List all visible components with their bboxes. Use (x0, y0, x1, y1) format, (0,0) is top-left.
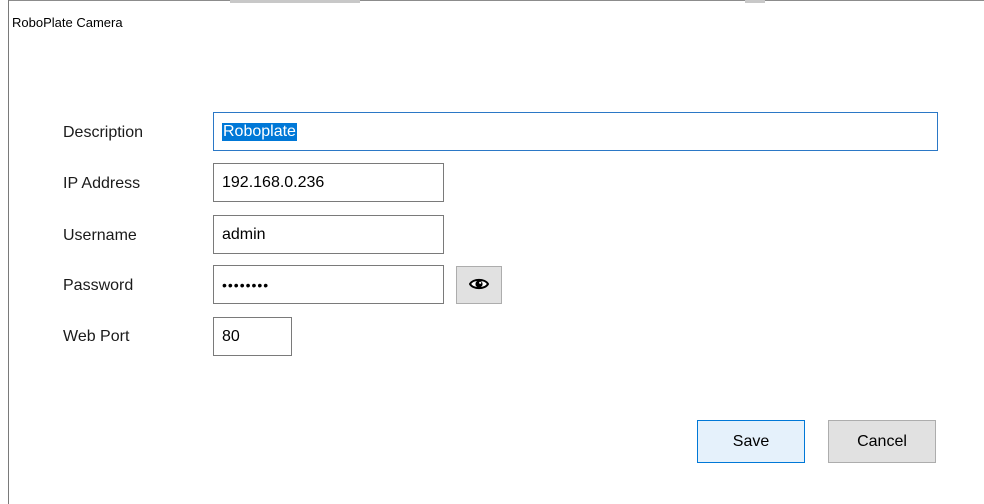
eye-icon (468, 276, 490, 295)
ip-address-label: IP Address (63, 175, 141, 192)
web-port-label: Web Port (63, 328, 130, 345)
ip-address-value: 192.168.0.236 (222, 173, 325, 191)
window-top-border (9, 0, 984, 4)
username-value: admin (222, 225, 266, 243)
username-input[interactable]: admin (213, 215, 444, 254)
dialog-title: RoboPlate Camera (12, 15, 123, 30)
web-port-value: 80 (222, 327, 240, 345)
username-label: Username (63, 227, 137, 244)
description-value: Roboplate (222, 122, 297, 141)
window-left-border (8, 0, 9, 504)
description-label: Description (63, 124, 144, 141)
background-window-fragment (230, 0, 360, 3)
password-value: •••••••• (222, 276, 270, 293)
password-input[interactable]: •••••••• (213, 265, 444, 304)
show-password-button[interactable] (456, 266, 502, 304)
description-input[interactable]: Roboplate (213, 112, 938, 151)
ip-address-input[interactable]: 192.168.0.236 (213, 163, 444, 202)
save-button[interactable]: Save (697, 420, 805, 463)
background-window-fragment (745, 0, 765, 3)
web-port-input[interactable]: 80 (213, 317, 292, 356)
cancel-button[interactable]: Cancel (828, 420, 936, 463)
password-label: Password (63, 277, 134, 294)
roboplate-camera-dialog: RoboPlate Camera Description Roboplate I… (0, 0, 984, 504)
